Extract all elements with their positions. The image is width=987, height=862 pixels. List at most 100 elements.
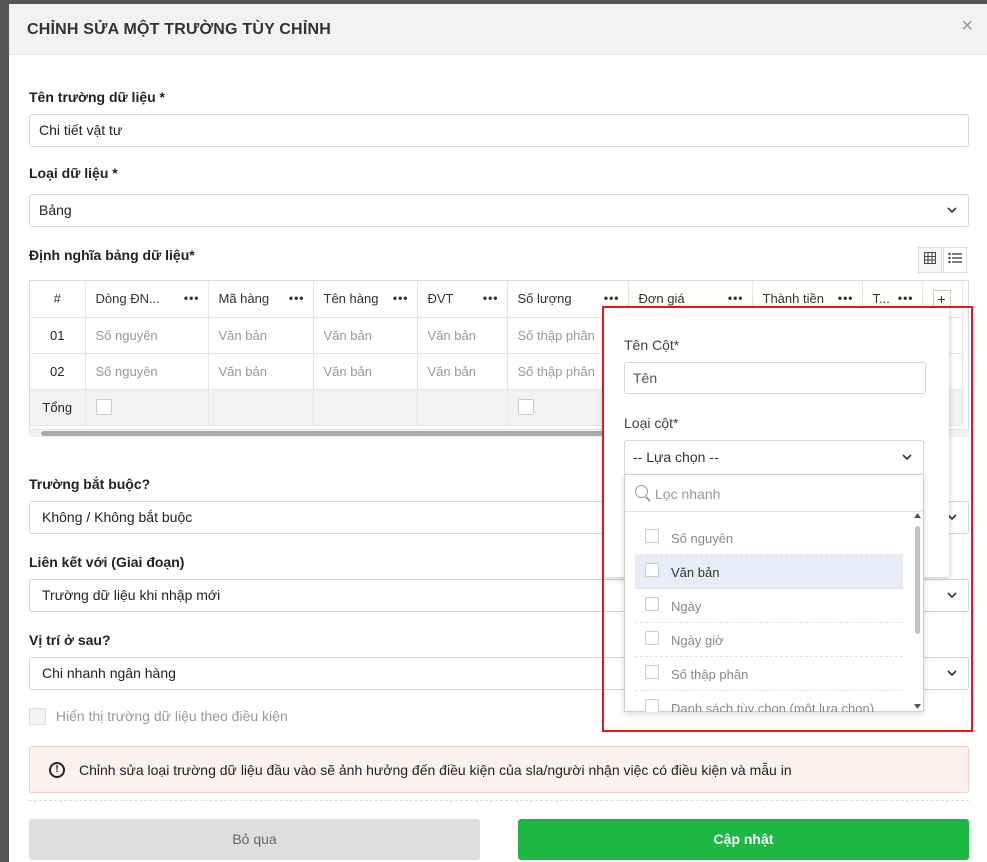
position-value: Chi nhanh ngân hàng [42,665,176,681]
conditional-checkbox[interactable] [29,707,46,725]
col-header[interactable]: Tên hàng ••• [313,281,418,318]
col-header-label: Số lượng [517,291,572,307]
quick-filter-input[interactable]: Lọc nhanh [655,486,720,502]
list-view-icon[interactable] [943,247,967,273]
option-datetime[interactable]: Ngày giờ [635,623,903,657]
quick-filter[interactable]: Lọc nhanh [625,475,923,512]
required-value: Không / Không bắt buộc [42,509,193,525]
col-header-label: T... [872,291,890,307]
column-name-input[interactable]: Tên [624,362,926,394]
scroll-down-icon[interactable] [914,704,921,710]
col-header-label: Tên hàng [323,291,379,307]
warning-alert: ! Chỉnh sửa loại trường dữ liệu đầu vào … [29,746,969,793]
option-checkbox[interactable] [645,665,659,679]
option-integer[interactable]: Số nguyên [635,521,903,555]
table-cell[interactable]: Văn bản [417,353,508,390]
conditional-display-option[interactable]: Hiển thị trường dữ liệu theo điều kiện [29,707,288,725]
col-header-label: Thành tiền [762,291,824,307]
exclamation-icon: ! [49,762,65,778]
field-name-label: Tên trường dữ liệu * [29,89,166,105]
scrollbar-thumb[interactable] [41,431,611,436]
dropdown-scroll-thumb[interactable] [915,526,920,634]
link-to-label: Liên kết với (Giai đoạn) [29,554,185,570]
total-cell [313,389,418,426]
grid-view-icon[interactable] [918,247,942,273]
more-icon[interactable]: ••• [184,291,200,305]
table-cell[interactable]: Văn bản [208,353,314,390]
table-cell[interactable]: Văn bản [313,353,418,390]
option-list: Số nguyên Văn bản Ngày Ngày giờ Số thập … [635,521,903,713]
option-checkbox[interactable] [645,529,659,543]
chevron-down-icon [946,658,958,700]
column-type-dropdown: Lọc nhanh Số nguyên Văn bản Ngày Ngày gi… [624,474,924,713]
col-header-index: # [30,281,86,318]
more-icon[interactable]: ••• [289,291,305,305]
modal-title: CHỈNH SỬA MỘT TRƯỜNG TÙY CHỈNH [27,21,331,38]
table-cell[interactable]: Văn bản [417,317,508,354]
scroll-up-icon[interactable] [914,512,921,518]
position-label: Vị trí ở sau? [29,632,111,648]
total-label: Tổng [30,389,86,426]
total-cell [208,389,314,426]
col-header-label: Dòng ĐN... [95,291,160,307]
table-cell[interactable]: Số nguyên [85,353,209,390]
row-index: 01 [30,317,86,354]
col-header[interactable]: Dòng ĐN... ••• [85,281,209,318]
column-type-label: Loại cột* [624,415,679,431]
table-cell[interactable]: Văn bản [313,317,418,354]
alert-text: Chỉnh sửa loại trường dữ liệu đầu vào sẽ… [79,762,792,778]
option-text[interactable]: Văn bản [635,555,903,589]
column-name-label: Tên Cột* [624,337,680,353]
total-cell [417,389,508,426]
column-type-select[interactable]: -- Lựa chọn -- [624,440,924,475]
row-index: 02 [30,353,86,390]
option-checkbox[interactable] [645,597,659,611]
footer-divider [29,800,969,801]
total-checkbox[interactable] [95,399,112,416]
total-checkbox[interactable] [517,399,534,416]
option-date[interactable]: Ngày [635,589,903,623]
col-header-label: ĐVT [427,291,454,307]
data-type-value: Bảng [39,202,72,218]
chevron-down-icon [946,195,958,237]
more-icon[interactable]: ••• [838,291,854,305]
option-single-choice-list[interactable]: Danh sách tùy chọn (một lựa chọn) [635,691,903,713]
option-label: Văn bản [671,565,720,580]
option-decimal[interactable]: Số thập phân [635,657,903,691]
dropdown-scrollbar[interactable] [912,512,922,710]
data-type-select[interactable]: Bảng [29,194,969,227]
option-checkbox[interactable] [645,563,659,577]
col-header-label: Đơn giá [638,291,685,307]
close-icon[interactable]: × [961,16,973,36]
required-label: Trường bắt buộc? [29,476,151,492]
field-name-input[interactable]: Chi tiết vật tư [29,114,969,147]
option-label: Ngày giờ [671,633,724,648]
more-icon[interactable]: ••• [393,291,409,305]
cancel-button[interactable]: Bỏ qua [29,819,480,860]
option-label: Số thập phân [671,667,749,682]
more-icon[interactable]: ••• [483,291,499,305]
modal-header: CHỈNH SỬA MỘT TRƯỜNG TÙY CHỈNH × [9,4,987,55]
col-header-label: Mã hàng [218,291,270,307]
search-icon [635,485,648,498]
table-cell[interactable]: Văn bản [208,317,314,354]
more-icon[interactable]: ••• [898,291,914,305]
more-icon[interactable]: ••• [604,291,620,305]
total-cell [85,389,209,426]
option-label: Ngày [671,599,702,614]
column-type-value: -- Lựa chọn -- [633,449,719,465]
update-button[interactable]: Cập nhật [518,819,969,860]
table-def-label: Định nghĩa bảng dữ liệu* [29,247,195,263]
option-label: Danh sách tùy chọn (một lựa chọn) [671,701,875,713]
table-cell[interactable]: Số nguyên [85,317,209,354]
link-to-value: Trường dữ liệu khi nhập mới [42,587,221,603]
option-checkbox[interactable] [645,631,659,645]
conditional-checkbox-label: Hiển thị trường dữ liệu theo điều kiện [55,708,288,725]
more-icon[interactable]: ••• [728,291,744,305]
col-header[interactable]: ĐVT ••• [417,281,508,318]
chevron-down-icon [946,580,958,622]
option-label: Số nguyên [671,531,734,546]
option-checkbox[interactable] [645,699,659,712]
col-header[interactable]: Mã hàng ••• [208,281,314,318]
data-type-label: Loại dữ liệu * [29,165,118,181]
